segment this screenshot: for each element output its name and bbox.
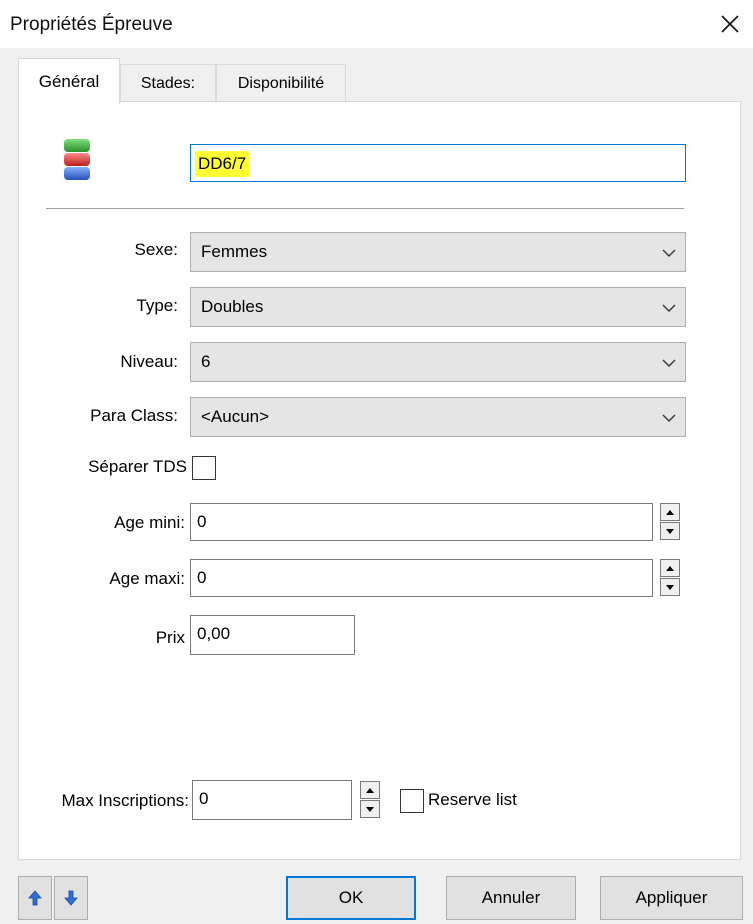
prix-label: Prix bbox=[155, 628, 185, 647]
age-mini-spinner[interactable] bbox=[660, 503, 680, 541]
tab-general[interactable]: Général bbox=[18, 58, 120, 104]
sexe-select[interactable]: Femmes bbox=[190, 232, 686, 272]
separer-tds-checkbox[interactable] bbox=[192, 456, 216, 480]
max-inscriptions-spinner[interactable] bbox=[360, 781, 380, 819]
max-inscriptions-input[interactable]: 0 bbox=[192, 780, 352, 820]
cancel-button-label: Annuler bbox=[481, 888, 541, 907]
age-mini-value: 0 bbox=[197, 512, 207, 531]
triangle-up-icon bbox=[666, 565, 674, 571]
reserve-list-checkbox[interactable] bbox=[400, 789, 424, 813]
para-class-label: Para Class: bbox=[90, 406, 178, 425]
arrow-down-icon bbox=[64, 890, 78, 906]
tab-general-label: Général bbox=[38, 71, 100, 91]
tab-page-general bbox=[18, 101, 741, 860]
age-mini-input[interactable]: 0 bbox=[190, 503, 653, 541]
apply-button-label: Appliquer bbox=[635, 888, 708, 907]
ok-button-label: OK bbox=[338, 888, 364, 907]
triangle-up-icon bbox=[366, 787, 374, 793]
triangle-down-icon bbox=[366, 806, 374, 812]
tab-stades[interactable]: Stades: bbox=[120, 64, 216, 102]
event-stack-icon bbox=[64, 139, 90, 180]
triangle-down-icon bbox=[666, 584, 674, 590]
sexe-label: Sexe: bbox=[134, 240, 178, 259]
max-inscriptions-value: 0 bbox=[199, 789, 209, 808]
move-down-button[interactable] bbox=[54, 876, 88, 920]
close-icon bbox=[721, 15, 739, 33]
age-mini-label: Age mini: bbox=[114, 513, 185, 532]
triangle-up-icon bbox=[666, 509, 674, 515]
niveau-select[interactable]: 6 bbox=[190, 342, 686, 382]
reserve-list-label: Reserve list bbox=[428, 790, 517, 809]
max-inscriptions-label: Max Inscriptions: bbox=[18, 791, 189, 811]
arrow-up-icon bbox=[28, 890, 42, 906]
prix-value: 0,00 bbox=[197, 624, 231, 643]
max-inscriptions-label-text: Max Inscriptions: bbox=[61, 791, 189, 810]
chevron-down-icon bbox=[662, 359, 676, 367]
para-class-select-value: <Aucun> bbox=[201, 407, 270, 426]
cancel-button[interactable]: Annuler bbox=[446, 876, 576, 920]
niveau-select-value: 6 bbox=[201, 352, 211, 371]
chevron-down-icon bbox=[662, 414, 676, 422]
type-select-value: Doubles bbox=[201, 297, 264, 316]
separator bbox=[46, 208, 684, 210]
sexe-select-value: Femmes bbox=[201, 242, 268, 261]
close-button[interactable] bbox=[712, 6, 748, 42]
max-inscriptions-spin-up[interactable] bbox=[360, 781, 380, 799]
age-mini-spin-down[interactable] bbox=[660, 522, 680, 540]
type-select[interactable]: Doubles bbox=[190, 287, 686, 327]
prix-input[interactable]: 0,00 bbox=[190, 615, 355, 655]
move-up-button[interactable] bbox=[18, 876, 52, 920]
ok-button[interactable]: OK bbox=[286, 876, 416, 920]
event-name-value: DD6/7 bbox=[195, 151, 250, 177]
separer-tds-label: Séparer TDS bbox=[88, 457, 187, 476]
window-title: Propriétés Épreuve bbox=[10, 14, 173, 35]
apply-button[interactable]: Appliquer bbox=[600, 876, 743, 920]
age-maxi-input[interactable]: 0 bbox=[190, 559, 653, 597]
para-class-select[interactable]: <Aucun> bbox=[190, 397, 686, 437]
event-name-input[interactable]: DD6/7 bbox=[190, 144, 686, 182]
age-maxi-spin-up[interactable] bbox=[660, 559, 680, 577]
type-label: Type: bbox=[136, 296, 178, 315]
chevron-down-icon bbox=[662, 304, 676, 312]
triangle-down-icon bbox=[666, 528, 674, 534]
max-inscriptions-spin-down[interactable] bbox=[360, 800, 380, 818]
tab-disponibilite[interactable]: Disponibilité bbox=[216, 64, 346, 102]
chevron-down-icon bbox=[662, 249, 676, 257]
tab-disponibilite-label: Disponibilité bbox=[237, 74, 325, 92]
age-maxi-label: Age maxi: bbox=[109, 569, 185, 588]
niveau-label: Niveau: bbox=[120, 352, 178, 371]
tab-stades-label: Stades: bbox=[140, 74, 196, 92]
age-maxi-value: 0 bbox=[197, 568, 207, 587]
age-maxi-spin-down[interactable] bbox=[660, 578, 680, 596]
age-mini-spin-up[interactable] bbox=[660, 503, 680, 521]
age-maxi-spinner[interactable] bbox=[660, 559, 680, 597]
